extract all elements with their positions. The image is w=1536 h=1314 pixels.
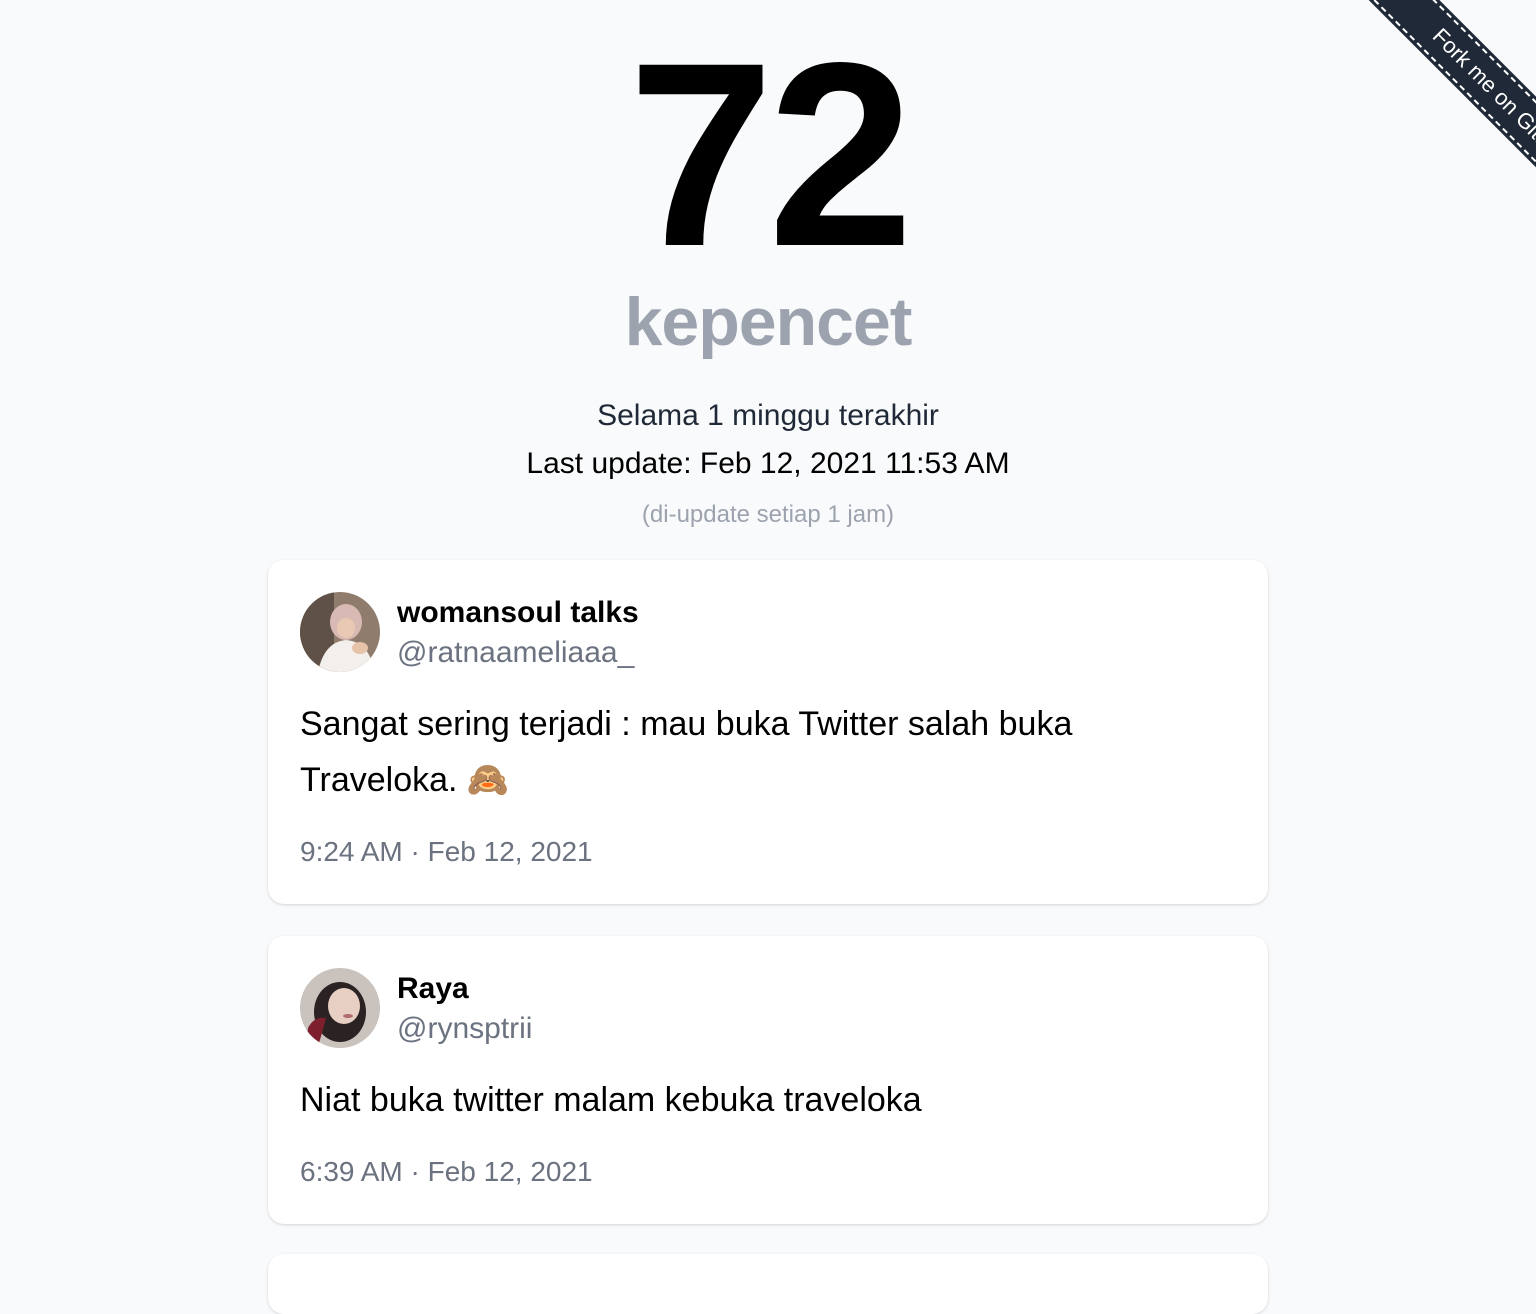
tweet-timestamp[interactable]: 6:39 AM · Feb 12, 2021 [300, 1154, 593, 1190]
tweet-text: Niat buka twitter malam kebuka traveloka [300, 1081, 922, 1119]
tweet-author-handle[interactable]: @rynsptrii [397, 1010, 532, 1048]
avatar-photo-icon [300, 968, 380, 1048]
fork-me-on-github-ribbon[interactable]: Fork me on GitHub [1345, 0, 1536, 240]
github-ribbon-container: Fork me on GitHub [1296, 0, 1536, 240]
tweet-author-name[interactable]: Raya [397, 970, 469, 1008]
avatar-photo-icon [300, 592, 380, 672]
period-text: Selama 1 minggu terakhir [597, 399, 939, 432]
press-count-label: kepencet [624, 284, 913, 360]
tweet-author-name[interactable]: womansoul talks [397, 594, 639, 632]
avatar[interactable] [300, 592, 380, 672]
tweet-card[interactable] [268, 1254, 1268, 1314]
tweet-text: Sangat sering terjadi : mau buka Twitter… [300, 705, 1073, 799]
update-frequency-text: (di-update setiap 1 jam) [641, 501, 895, 528]
avatar[interactable] [300, 968, 380, 1048]
tweet-timestamp[interactable]: 9:24 AM · Feb 12, 2021 [300, 834, 593, 870]
tweet-card[interactable]: Raya @rynsptrii Niat buka twitter malam … [268, 936, 1268, 1224]
tweet-author-handle[interactable]: @ratnaameliaaa_ [397, 634, 634, 672]
tweet-card[interactable]: womansoul talks @ratnaameliaaa_ Sangat s… [268, 560, 1268, 904]
last-update-text: Last update: Feb 12, 2021 11:53 AM [526, 447, 1010, 480]
